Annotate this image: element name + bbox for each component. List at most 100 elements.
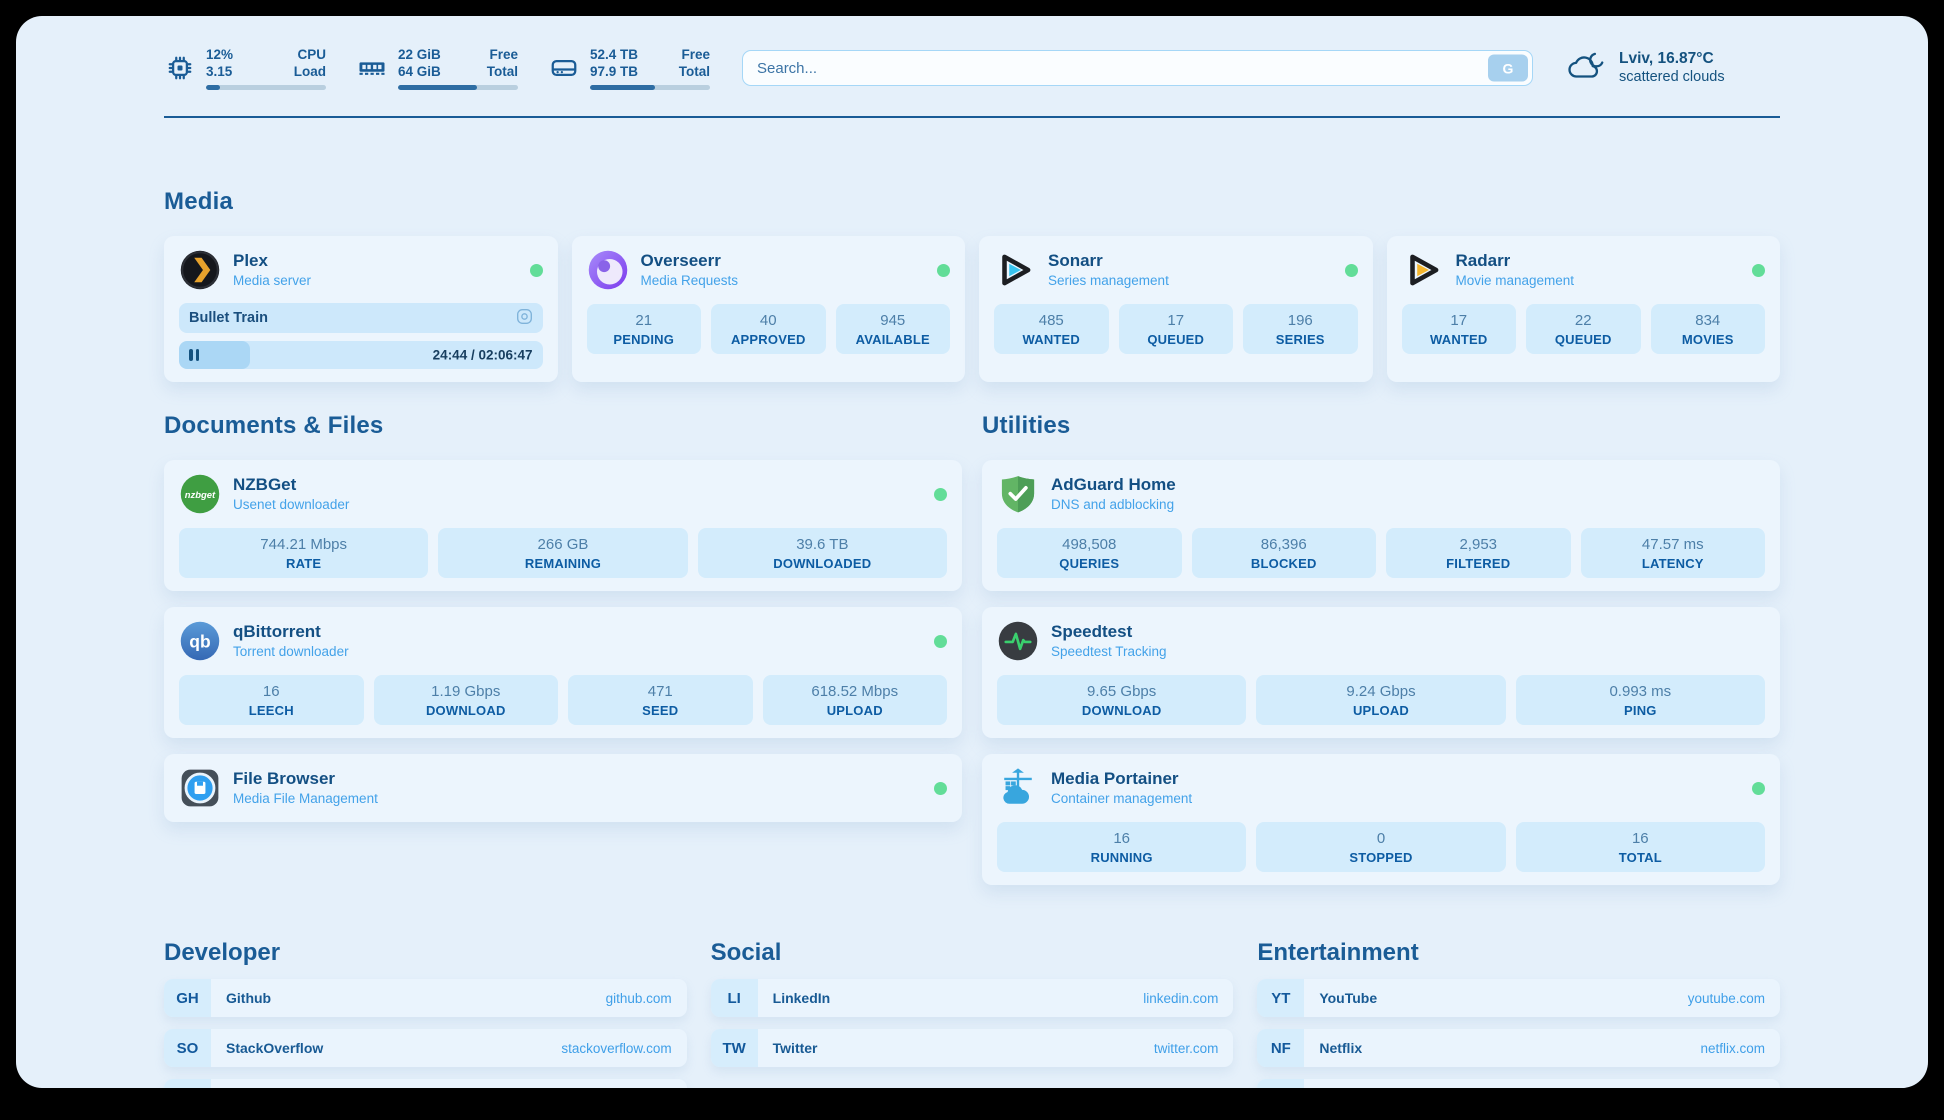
- app-card-adguard[interactable]: AdGuard Home DNS and adblocking 498,508 …: [982, 460, 1780, 591]
- header: 12%CPU 3.15Load 22: [164, 16, 1780, 90]
- bookmark-dev[interactable]: DT DEV dev.to: [164, 1079, 687, 1088]
- app-subtitle: Media server: [233, 272, 311, 289]
- utilities-column: Utilities AdGuard Home: [982, 412, 1780, 885]
- dashboard-page: 12%CPU 3.15Load 22: [16, 16, 1928, 1088]
- status-online-dot: [1752, 782, 1765, 795]
- cpu-progress-bar: [206, 85, 326, 90]
- documents-column: Documents & Files nzbget NZBGet U: [164, 412, 962, 822]
- app-card-overseerr[interactable]: Overseerr Media Requests 21 PENDING 40 A…: [572, 236, 966, 382]
- stat-chip-running: 16 RUNNING: [997, 822, 1246, 872]
- app-card-qbittorrent[interactable]: qb qBittorrent Torrent downloader 16 LEE…: [164, 607, 962, 738]
- disk-icon: [548, 52, 580, 84]
- bookmark-badge: RE: [1257, 1079, 1304, 1088]
- video-session-icon: [516, 308, 533, 329]
- stat-chip-rate: 744.21 Mbps RATE: [179, 528, 428, 578]
- app-card-speedtest[interactable]: Speedtest Speedtest Tracking 9.65 Gbps D…: [982, 607, 1780, 738]
- app-subtitle: DNS and adblocking: [1051, 496, 1176, 513]
- pause-icon: [189, 349, 199, 361]
- nzbget-icon: nzbget: [179, 473, 221, 515]
- app-name: Media Portainer: [1051, 769, 1192, 789]
- search-input[interactable]: [742, 50, 1533, 86]
- bookmark-stackoverflow[interactable]: SO StackOverflow stackoverflow.com: [164, 1029, 687, 1067]
- app-card-filebrowser[interactable]: File Browser Media File Management: [164, 754, 962, 822]
- bookmarks-social: Social LI LinkedIn linkedin.com TW Twitt…: [711, 939, 1234, 1088]
- app-name: Sonarr: [1048, 251, 1169, 271]
- section-title-entertainment: Entertainment: [1257, 939, 1780, 967]
- app-card-portainer[interactable]: Media Portainer Container management 16 …: [982, 754, 1780, 885]
- app-subtitle: Speedtest Tracking: [1051, 643, 1167, 660]
- app-name: Speedtest: [1051, 622, 1167, 642]
- search-bar: G: [742, 50, 1533, 86]
- stat-chip-total: 16 TOTAL: [1516, 822, 1765, 872]
- app-subtitle: Media File Management: [233, 790, 378, 807]
- bookmark-netflix[interactable]: NF Netflix netflix.com: [1257, 1029, 1780, 1067]
- stat-chip-queued: 22 QUEUED: [1526, 304, 1641, 354]
- memory-free: 22 GiB: [398, 46, 441, 63]
- section-title-social: Social: [711, 939, 1234, 967]
- app-card-plex[interactable]: Plex Media server Bullet Train 24:44 / 0…: [164, 236, 558, 382]
- bookmark-reddit[interactable]: RE Reddit reddit.com: [1257, 1079, 1780, 1088]
- stat-chip-filtered: 2,953 FILTERED: [1386, 528, 1571, 578]
- bookmark-github[interactable]: GH Github github.com: [164, 979, 687, 1017]
- bookmark-badge: NF: [1257, 1029, 1304, 1067]
- stat-chip-upload: 9.24 Gbps UPLOAD: [1256, 675, 1505, 725]
- app-card-sonarr[interactable]: Sonarr Series management 485 WANTED 17 Q…: [979, 236, 1373, 382]
- weather-widget: Lviv, 16.87°C scattered clouds: [1565, 49, 1780, 88]
- cpu-percent: 12%: [206, 46, 233, 63]
- playback-progress-bar: 24:44 / 02:06:47: [179, 341, 543, 369]
- bookmark-twitter[interactable]: TW Twitter twitter.com: [711, 1029, 1234, 1067]
- section-title-media: Media: [164, 188, 1780, 216]
- stat-chip-blocked: 86,396 BLOCKED: [1192, 528, 1377, 578]
- app-subtitle: Container management: [1051, 790, 1192, 807]
- free-label: Free: [489, 46, 518, 63]
- radarr-icon: [1402, 249, 1444, 291]
- filebrowser-icon: [179, 767, 221, 809]
- speedtest-icon: [997, 620, 1039, 662]
- cpu-label: CPU: [297, 46, 326, 63]
- bookmark-badge: GH: [164, 979, 211, 1017]
- app-name: qBittorrent: [233, 622, 349, 642]
- status-online-dot: [934, 488, 947, 501]
- app-name: Plex: [233, 251, 311, 271]
- app-name: Radarr: [1456, 251, 1575, 271]
- app-subtitle: Torrent downloader: [233, 643, 349, 660]
- memory-progress-bar: [398, 85, 518, 90]
- app-subtitle: Movie management: [1456, 272, 1575, 289]
- status-online-dot: [934, 782, 947, 795]
- stat-chip-approved: 40 APPROVED: [711, 304, 826, 354]
- app-card-radarr[interactable]: Radarr Movie management 17 WANTED 22 QUE…: [1387, 236, 1781, 382]
- bookmark-linkedin[interactable]: LI LinkedIn linkedin.com: [711, 979, 1234, 1017]
- ram-icon: [356, 52, 388, 84]
- cloud-moon-icon: [1565, 49, 1607, 88]
- stat-chip-queries: 498,508 QUERIES: [997, 528, 1182, 578]
- app-name: Overseerr: [641, 251, 739, 271]
- cpu-load: 3.15: [206, 63, 232, 80]
- section-title-documents: Documents & Files: [164, 412, 962, 440]
- header-divider: [164, 116, 1780, 118]
- search-provider-button[interactable]: G: [1488, 55, 1528, 82]
- stat-chip-queued: 17 QUEUED: [1119, 304, 1234, 354]
- now-playing-title: Bullet Train: [189, 310, 268, 326]
- app-subtitle: Media Requests: [641, 272, 739, 289]
- stat-chip-ping: 0.993 ms PING: [1516, 675, 1765, 725]
- bookmark-youtube[interactable]: YT YouTube youtube.com: [1257, 979, 1780, 1017]
- cpu-icon: [164, 52, 196, 84]
- bookmarks-developer: Developer GH Github github.com SO StackO…: [164, 939, 687, 1088]
- qbittorrent-icon: qb: [179, 620, 221, 662]
- sonarr-icon: [994, 249, 1036, 291]
- app-subtitle: Series management: [1048, 272, 1169, 289]
- stat-chip-download: 1.19 Gbps DOWNLOAD: [374, 675, 559, 725]
- disk-progress-bar: [590, 85, 710, 90]
- free-label: Free: [681, 46, 710, 63]
- stat-chip-downloaded: 39.6 TB DOWNLOADED: [698, 528, 947, 578]
- app-name: NZBGet: [233, 475, 349, 495]
- bookmark-badge: YT: [1257, 979, 1304, 1017]
- stat-chip-available: 945 AVAILABLE: [836, 304, 951, 354]
- overseerr-icon: [587, 249, 629, 291]
- app-card-nzbget[interactable]: nzbget NZBGet Usenet downloader 744.21 M…: [164, 460, 962, 591]
- bookmarks-entertainment: Entertainment YT YouTube youtube.com NF …: [1257, 939, 1780, 1088]
- weather-location-temp: Lviv, 16.87°C: [1619, 49, 1725, 68]
- bookmark-badge: LI: [711, 979, 758, 1017]
- total-label: Total: [679, 63, 710, 80]
- status-online-dot: [934, 635, 947, 648]
